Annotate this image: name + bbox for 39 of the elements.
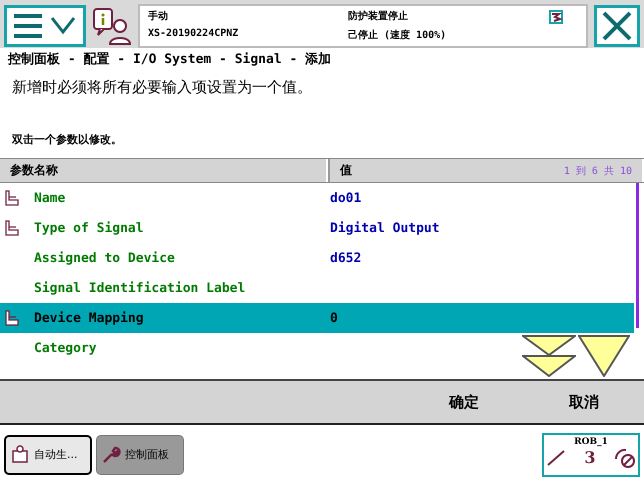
- parameter-name: Category: [34, 340, 98, 356]
- menu-icon: [12, 12, 78, 40]
- parameter-name: Type of Signal: [34, 220, 145, 236]
- axis-icon: [546, 448, 566, 466]
- scrollbar-thumb[interactable]: [636, 183, 639, 328]
- scroll-down-icon[interactable]: [578, 335, 630, 377]
- parameter-value: 0: [330, 310, 339, 326]
- wrench-icon: [101, 444, 121, 464]
- parameter-row[interactable]: Device Mapping 0: [0, 303, 634, 333]
- breadcrumb: 控制面板 - 配置 - I/O System - Signal - 添加: [6, 51, 332, 69]
- instruction-text: 新增时必须将所有必要输入项设置为一个值。: [12, 78, 312, 96]
- speed-icon: [614, 446, 636, 468]
- close-button[interactable]: [594, 4, 640, 46]
- cancel-button[interactable]: 取消: [524, 382, 644, 422]
- event-log-icon[interactable]: [92, 6, 132, 46]
- column-header: 参数名称: [10, 162, 58, 179]
- program-icon: [10, 444, 30, 464]
- parameter-name: Device Mapping: [34, 310, 145, 326]
- run-status: 己停止 (速度 100%): [348, 28, 448, 42]
- hint-text: 双击一个参数以修改。: [12, 133, 122, 146]
- main-menu-button[interactable]: [4, 4, 86, 46]
- operating-mode: 手动: [148, 10, 169, 24]
- task-button[interactable]: 自动生...: [4, 434, 92, 474]
- page-range: 1 到 6 共 10: [564, 164, 632, 178]
- quickset-button[interactable]: ROB_1 3: [542, 432, 640, 476]
- page-down-icon[interactable]: [522, 335, 576, 377]
- parameter-value: do01: [330, 190, 362, 206]
- robot-icon: [548, 9, 564, 25]
- safety-status: 防护装置停止: [348, 9, 409, 24]
- system-name: XS-20190224CPNZ: [148, 28, 240, 41]
- parameter-value: Digital Output: [330, 220, 441, 236]
- parameter-value: d652: [330, 250, 362, 266]
- column-header: 值: [340, 162, 352, 179]
- parameter-name: Assigned to Device: [34, 250, 176, 266]
- close-icon: [601, 10, 633, 42]
- parameter-name: Name: [34, 190, 66, 206]
- parameter-name: Signal Identification Label: [34, 280, 246, 296]
- task-button[interactable]: 控制面板: [96, 434, 184, 474]
- ok-button[interactable]: 确定: [404, 382, 524, 422]
